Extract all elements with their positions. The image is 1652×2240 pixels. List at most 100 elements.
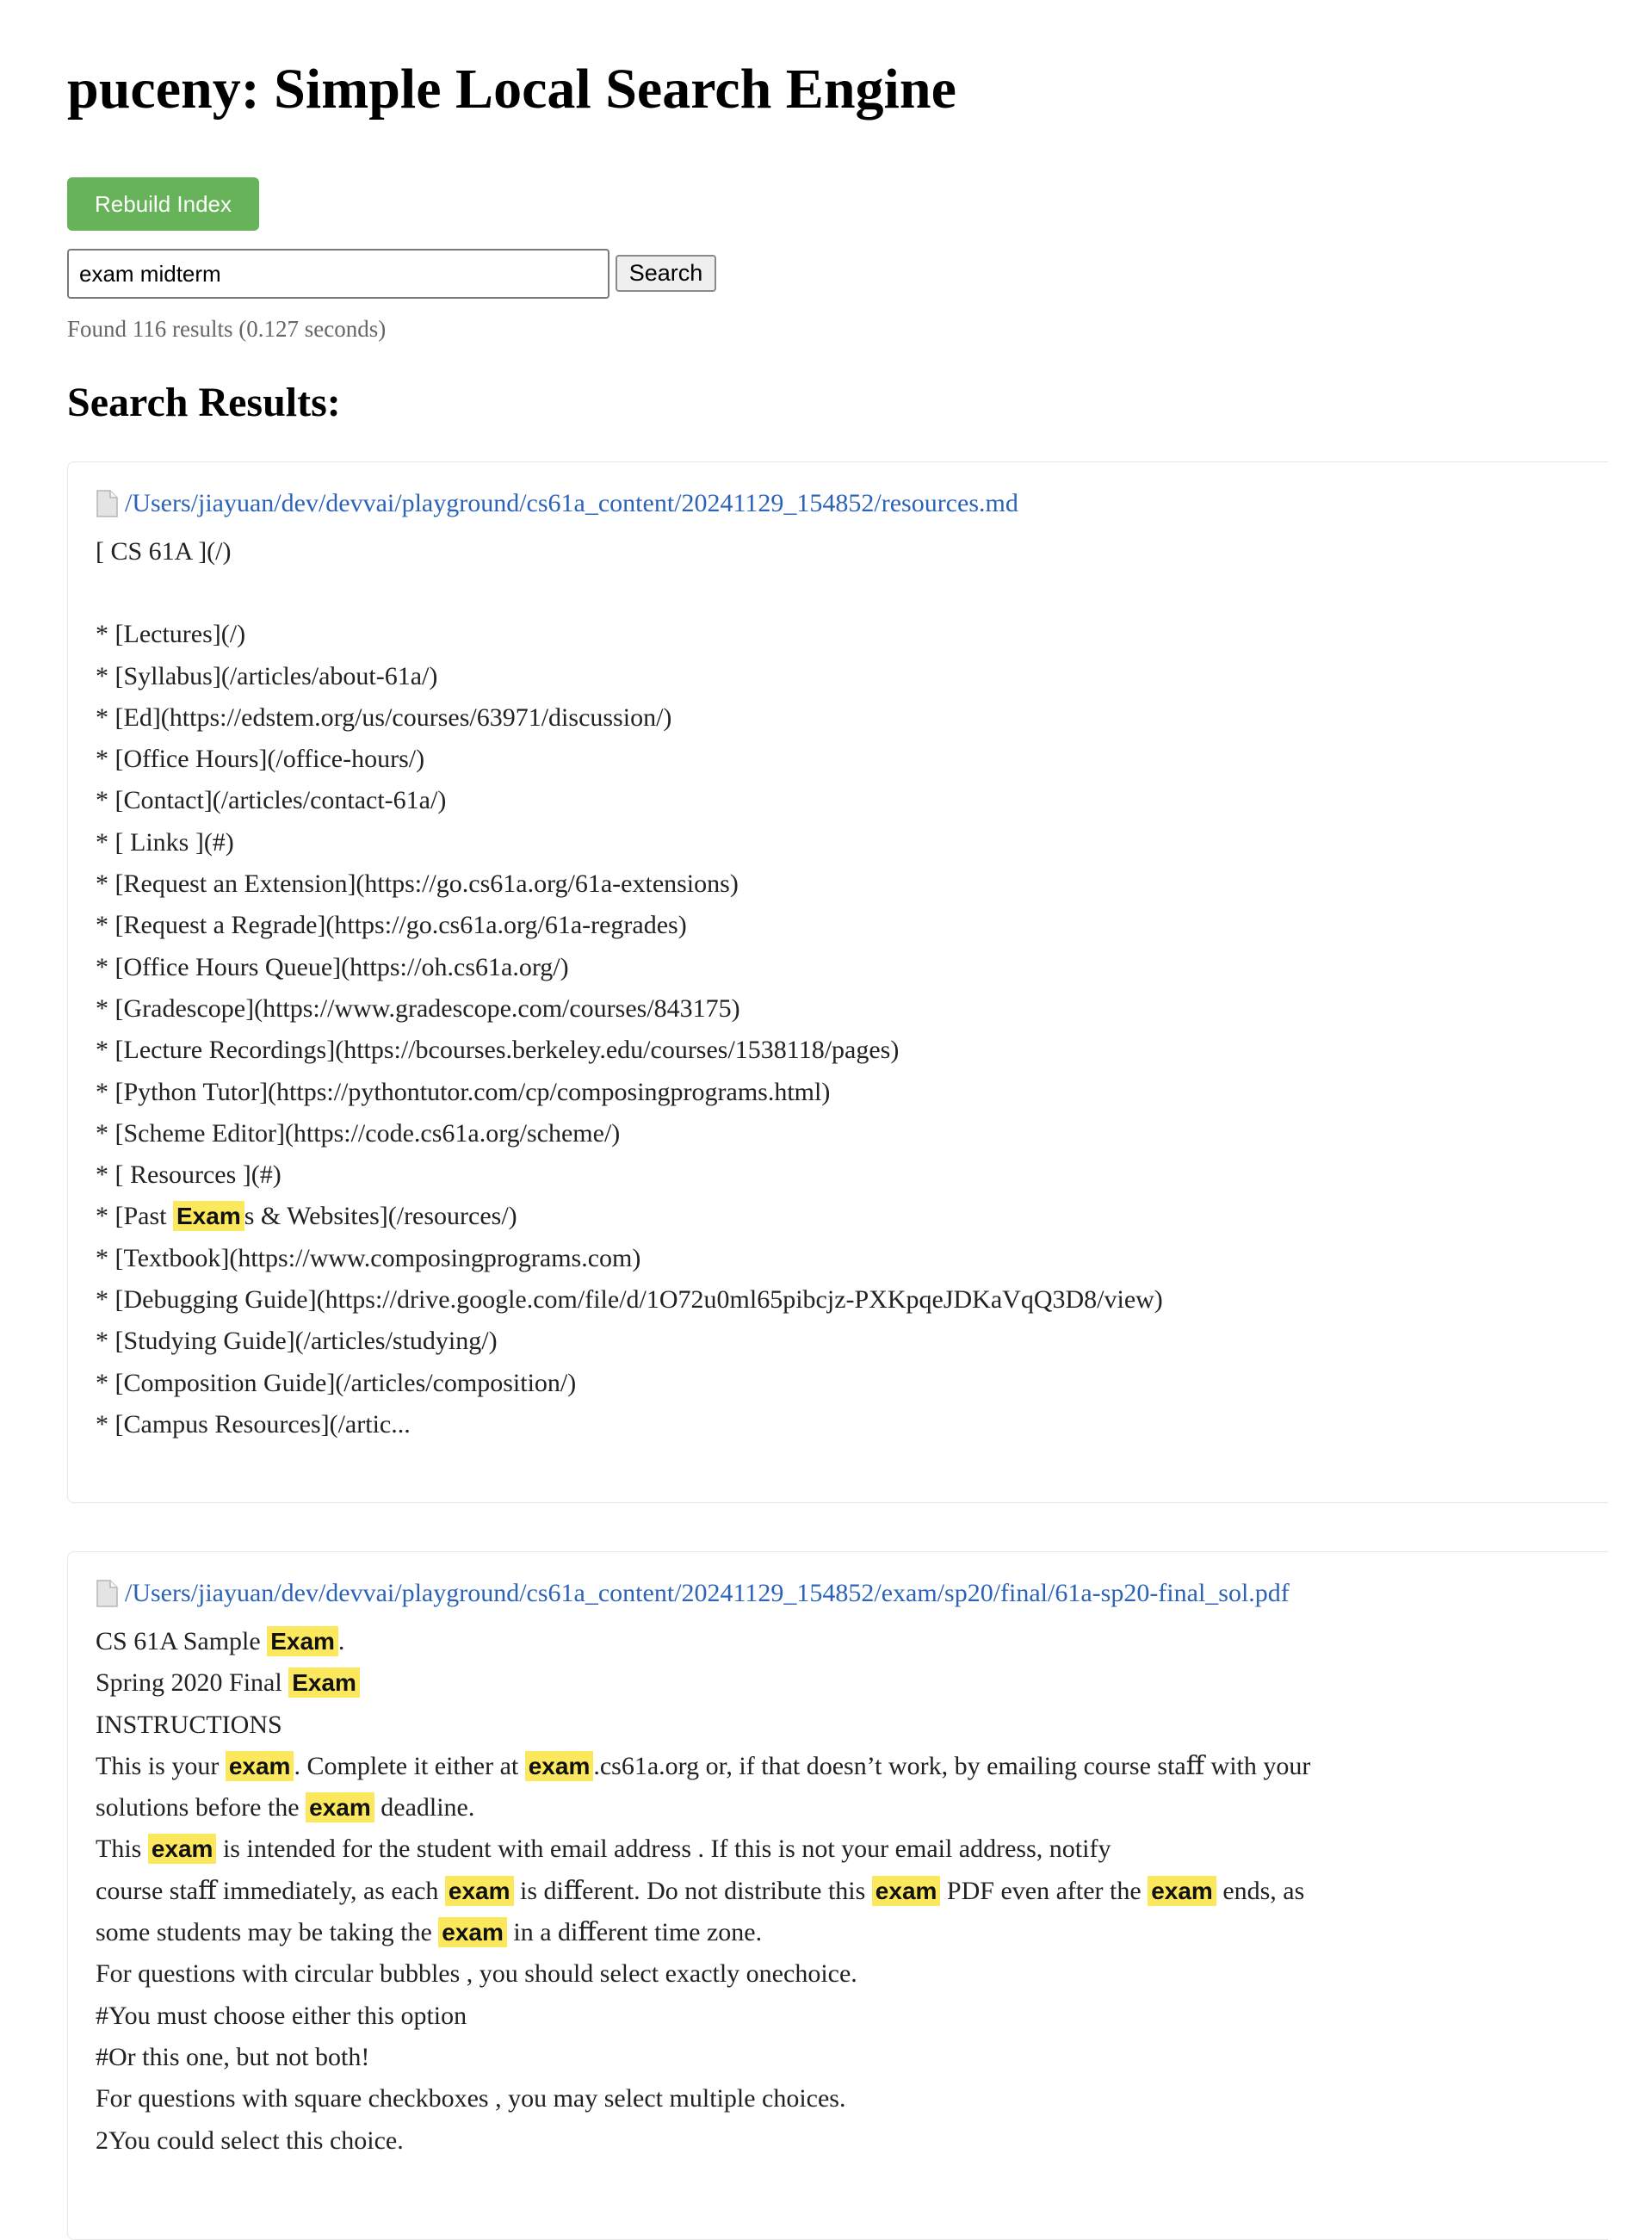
snippet-text: * [Lecture Recordings](https://bcourses.… xyxy=(96,1036,900,1065)
snippet-line: CS 61A Sample Exam. xyxy=(96,1621,1608,1662)
snippet-line: This is your exam. Complete it either at… xyxy=(96,1746,1608,1787)
snippet-text: deadline. xyxy=(374,1793,475,1822)
snippet-text: * [Request an Extension](https://go.cs61… xyxy=(96,869,739,899)
snippet-text: * [Campus Resources](/artic... xyxy=(96,1409,411,1439)
snippet-line: * [ Resources ](#) xyxy=(96,1154,1608,1196)
snippet-line: #Or this one, but not both! xyxy=(96,2037,1608,2078)
snippet-line: * [Gradescope](https://www.gradescope.co… xyxy=(96,988,1608,1030)
results-stats: Found 116 results (0.127 seconds) xyxy=(67,316,387,342)
search-button[interactable]: Search xyxy=(616,255,716,292)
result-path-link[interactable]: /Users/jiayuan/dev/devvai/playground/cs6… xyxy=(125,489,1018,518)
snippet-text: . xyxy=(337,1627,345,1655)
search-term-highlight: exam xyxy=(871,1875,941,1906)
snippet-line: [ CS 61A ](/) xyxy=(96,531,1608,572)
snippet-text: INSTRUCTIONS xyxy=(96,1710,282,1739)
snippet-text: PDF even after the xyxy=(940,1876,1148,1905)
search-term-highlight: Exam xyxy=(288,1668,360,1699)
result-path-link[interactable]: /Users/jiayuan/dev/devvai/playground/cs6… xyxy=(125,1579,1290,1608)
snippet-text: For questions with square checkboxes , y… xyxy=(96,2084,846,2113)
result-card: /Users/jiayuan/dev/devvai/playground/cs6… xyxy=(67,1551,1608,2240)
snippet-text: course staﬀ immediately, as each xyxy=(96,1876,445,1905)
snippet-line: * [Python Tutor](https://pythontutor.com… xyxy=(96,1072,1608,1113)
snippet-text: solutions before the xyxy=(96,1793,306,1822)
result-card: /Users/jiayuan/dev/devvai/playground/cs6… xyxy=(67,461,1608,1503)
snippet-text: . Complete it either at xyxy=(294,1751,525,1780)
snippet-text: 2You could select this choice. xyxy=(96,2126,404,2155)
page-title: puceny: Simple Local Search Engine xyxy=(67,58,956,121)
snippet-line: * [Ed](https://edstem.org/us/courses/639… xyxy=(96,697,1608,739)
snippet-text: * [Past xyxy=(96,1202,173,1231)
snippet-line: * [Composition Guide](/articles/composit… xyxy=(96,1363,1608,1404)
snippet-line: * [Studying Guide](/articles/studying/) xyxy=(96,1321,1608,1362)
snippet-text: This xyxy=(96,1835,148,1864)
snippet-line: For questions with circular bubbles , yo… xyxy=(96,1953,1608,1995)
snippet-text: .cs61a.org or, if that doesn’t work, by … xyxy=(593,1751,1311,1780)
search-term-highlight: exam xyxy=(1148,1875,1216,1906)
search-term-highlight: exam xyxy=(438,1917,507,1948)
snippet-text: For questions with circular bubbles , yo… xyxy=(96,1959,857,1989)
snippet-line: solutions before the exam deadline. xyxy=(96,1787,1608,1829)
snippet-line: * [Textbook](https://www.composingprogra… xyxy=(96,1238,1608,1279)
snippet-text: * [ Links ](#) xyxy=(96,827,234,857)
search-term-highlight: exam xyxy=(306,1792,374,1823)
snippet-text: in a diﬀerent time zone. xyxy=(506,1918,763,1947)
snippet-text: * [Studying Guide](/articles/studying/) xyxy=(96,1327,498,1356)
result-snippet: [ CS 61A ](/) * [Lectures](/) * [Syllabus]… xyxy=(96,531,1608,1445)
snippet-line: 2You could select this choice. xyxy=(96,2120,1608,2162)
snippet-text: #You must choose either this option xyxy=(96,2001,467,2030)
search-term-highlight: Exam xyxy=(267,1626,338,1656)
snippet-line: #You must choose either this option xyxy=(96,1996,1608,2037)
snippet-line: * [Scheme Editor](https://code.cs61a.org… xyxy=(96,1113,1608,1154)
snippet-line: * [Office Hours](/office-hours/) xyxy=(96,739,1608,780)
search-term-highlight: Exam xyxy=(173,1201,244,1232)
snippet-text: * [Request a Regrade](https://go.cs61a.o… xyxy=(96,911,687,940)
snippet-line: some students may be taking the exam in … xyxy=(96,1912,1608,1953)
snippet-text: * [ Resources ](#) xyxy=(96,1160,282,1190)
search-term-highlight: exam xyxy=(147,1834,217,1865)
search-input[interactable] xyxy=(67,249,609,299)
snippet-text: CS 61A Sample xyxy=(96,1627,268,1655)
snippet-text: * [Lectures](/) xyxy=(96,620,246,649)
snippet-text: * [Scheme Editor](https://code.cs61a.org… xyxy=(96,1118,621,1148)
snippet-text: * [Python Tutor](https://pythontutor.com… xyxy=(96,1077,831,1106)
snippet-line: INSTRUCTIONS xyxy=(96,1705,1608,1746)
snippet-text: [ CS 61A ](/) xyxy=(96,537,232,566)
snippet-text: some students may be taking the xyxy=(96,1918,439,1947)
snippet-line: * [Debugging Guide](https://drive.google… xyxy=(96,1279,1608,1321)
snippet-line: course staﬀ immediately, as each exam is… xyxy=(96,1871,1608,1912)
snippet-text: #Or this one, but not both! xyxy=(96,2042,370,2071)
snippet-text: * [Syllabus](/articles/about-61a/) xyxy=(96,661,438,690)
snippet-text: * [Contact](/articles/contact-61a/) xyxy=(96,786,447,815)
result-file-line: /Users/jiayuan/dev/devvai/playground/cs6… xyxy=(96,486,1608,521)
snippet-line: For questions with square checkboxes , y… xyxy=(96,2078,1608,2119)
snippet-line: * [Campus Resources](/artic... xyxy=(96,1404,1608,1445)
search-term-highlight: exam xyxy=(524,1750,594,1781)
snippet-text: * [Textbook](https://www.composingprogra… xyxy=(96,1243,641,1272)
snippet-line: * [Lectures](/) xyxy=(96,614,1608,655)
snippet-blank-line xyxy=(96,572,1608,614)
results-heading: Search Results: xyxy=(67,380,341,425)
snippet-text: * [Gradescope](https://www.gradescope.co… xyxy=(96,993,740,1023)
snippet-line: * [Office Hours Queue](https://oh.cs61a.… xyxy=(96,947,1608,988)
result-file-line: /Users/jiayuan/dev/devvai/playground/cs6… xyxy=(96,1576,1608,1611)
snippet-text: * [Office Hours Queue](https://oh.cs61a.… xyxy=(96,952,569,981)
snippet-text: * [Office Hours](/office-hours/) xyxy=(96,745,425,774)
snippet-line: * [Request an Extension](https://go.cs61… xyxy=(96,863,1608,905)
snippet-text: s & Websites](/resources/) xyxy=(244,1202,517,1231)
snippet-text: is diﬀerent. Do not distribute this xyxy=(513,1876,872,1905)
snippet-text: * [Debugging Guide](https://drive.google… xyxy=(96,1285,1163,1315)
result-snippet: CS 61A Sample Exam. Spring 2020 Final Exa… xyxy=(96,1621,1608,2162)
snippet-text: * [Ed](https://edstem.org/us/courses/639… xyxy=(96,702,672,732)
snippet-line: This exam is intended for the student wi… xyxy=(96,1829,1608,1870)
snippet-text: is intended for the student with email a… xyxy=(216,1835,1111,1864)
rebuild-index-button[interactable]: Rebuild Index xyxy=(67,177,259,231)
snippet-text: * [Composition Guide](/articles/composit… xyxy=(96,1368,577,1397)
snippet-line: * [ Links ](#) xyxy=(96,822,1608,863)
snippet-line: * [Past Exam s & Websites](/resources/) xyxy=(96,1196,1608,1237)
snippet-text: Spring 2020 Final xyxy=(96,1668,289,1698)
search-term-highlight: exam xyxy=(225,1750,294,1781)
snippet-text: ends, as xyxy=(1216,1876,1305,1905)
snippet-text: This is your xyxy=(96,1751,226,1780)
snippet-line: * [Contact](/articles/contact-61a/) xyxy=(96,780,1608,821)
file-icon xyxy=(96,1580,118,1607)
